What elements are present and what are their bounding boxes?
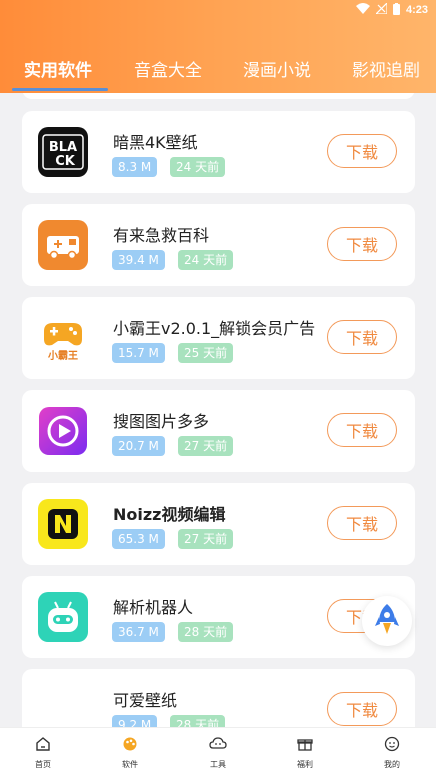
ambulance-icon [38,220,88,270]
list-item[interactable]: 有来急救百科 39.4 M 24 天前 下载 [22,204,415,286]
app-icon-placeholder [38,685,88,727]
nav-label: 首页 [35,760,51,769]
size-badge: 39.4 M [112,250,165,270]
app-name: 暗黑4K壁纸 [113,133,198,152]
app-name: Noizz视频编辑 [113,505,226,524]
nav-label: 软件 [122,760,138,769]
app-name: 解析机器人 [113,598,194,617]
nav-label: 工具 [210,760,226,769]
download-button[interactable]: 下载 [327,134,397,168]
noizz-icon [38,499,88,549]
play-circle-icon [38,406,88,456]
date-badge: 28 天前 [178,622,234,642]
download-button[interactable]: 下载 [327,413,397,447]
size-badge: 36.7 M [112,622,165,642]
download-button[interactable]: 下载 [327,506,397,540]
rocket-icon [374,602,400,640]
nav-home[interactable]: 首页 [13,736,73,770]
battery-icon [392,2,400,18]
size-badge: 15.7 M [112,343,165,363]
nav-tools[interactable]: 工具 [188,736,248,770]
date-badge: 24 天前 [178,250,234,270]
list-item[interactable]: 可爱壁纸 9.2 M 28 天前 下载 [22,669,415,727]
date-badge: 25 天前 [178,343,234,363]
gamepad-icon: 小霸王 [38,313,88,363]
download-button[interactable]: 下载 [327,692,397,726]
header-bar: 4:23 实用软件 音盒大全 漫画小说 影视追剧 [0,0,436,93]
nav-welfare[interactable]: 福利 [275,736,335,770]
size-badge: 20.7 M [112,436,165,456]
bottom-nav: 首页 软件 工具 福利 我的 [0,727,436,776]
nav-software[interactable]: 软件 [100,736,160,770]
list-item[interactable]: 小霸王 小霸王v2.0.1_解锁会员广告 15.7 M 25 天前 下载 [22,297,415,379]
icon-logo-text: BLA [49,140,77,155]
date-badge: 28 天前 [170,715,226,727]
home-icon [35,736,51,756]
date-badge: 27 天前 [178,436,234,456]
icon-caption-text: 小霸王 [47,349,78,362]
list-item[interactable]: 搜图图片多多 20.7 M 27 天前 下载 [22,390,415,472]
size-badge: 8.3 M [112,157,158,177]
tab-music-box[interactable]: 音盒大全 [134,56,202,81]
nav-label: 我的 [384,760,400,769]
icon-logo-text: CK [55,154,76,169]
list-item[interactable]: 解析机器人 36.7 M 28 天前 下载 [22,576,415,658]
app-name: 有来急救百科 [113,226,210,245]
active-tab-indicator [12,88,108,91]
list-item [22,93,415,99]
date-badge: 24 天前 [170,157,226,177]
list-item[interactable]: BLA CK 暗黑4K壁纸 8.3 M 24 天前 下载 [22,111,415,193]
cloud-face-icon [209,736,227,756]
tab-utility-software[interactable]: 实用软件 [24,56,92,81]
app-name: 搜图图片多多 [113,412,210,431]
nav-label: 福利 [297,760,313,769]
date-badge: 27 天前 [178,529,234,549]
category-tabs: 实用软件 音盒大全 漫画小说 影视追剧 [0,56,436,84]
status-bar: 4:23 [0,0,436,20]
no-signal-icon [374,1,388,17]
rocket-float-button[interactable] [362,596,412,646]
app-name: 小霸王v2.0.1_解锁会员广告 [113,319,316,338]
palette-icon [122,736,138,756]
status-time: 4:23 [405,4,428,16]
gift-icon [297,736,313,756]
size-badge: 9.2 M [112,715,158,727]
size-badge: 65.3 M [112,529,165,549]
tab-movies-tv[interactable]: 影视追剧 [352,56,420,81]
tab-comics-novels[interactable]: 漫画小说 [243,56,311,81]
wifi-icon [355,3,370,17]
robot-icon [38,592,88,642]
list-item[interactable]: Noizz视频编辑 65.3 M 27 天前 下载 [22,483,415,565]
app-name: 可爱壁纸 [113,691,178,710]
nav-profile[interactable]: 我的 [362,736,422,770]
download-button[interactable]: 下载 [327,227,397,261]
smile-face-icon [384,736,400,756]
black-wallpaper-icon: BLA CK [38,127,88,177]
download-button[interactable]: 下载 [327,320,397,354]
